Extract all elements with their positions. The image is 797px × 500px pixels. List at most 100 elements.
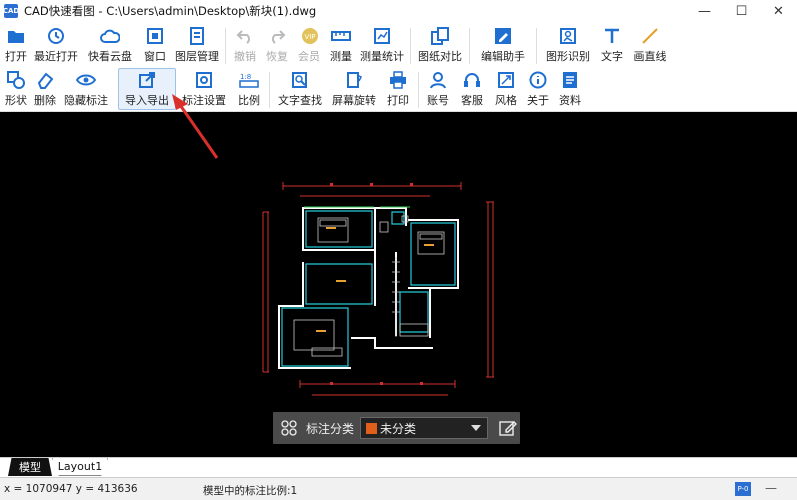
vip-label: 会员 [298,50,320,63]
text-search-icon [290,70,310,90]
svg-text:VIP: VIP [304,33,315,41]
recent-icon [46,26,66,46]
annotation-category-bar: 标注分类 未分类 [273,412,520,444]
annotation-settings-button[interactable]: 标注设置 [176,68,232,110]
layer-manager-label: 图层管理 [175,50,219,63]
category-selected-value: 未分类 [380,421,417,436]
screen-rotate-label: 屏幕旋转 [332,94,376,107]
scale-label: 比例 [238,94,260,107]
redo-button[interactable]: 恢复 [261,24,293,66]
cloud-drive-button[interactable]: 快看云盘 [82,24,138,66]
redo-label: 恢复 [266,50,288,63]
shape-label: 形状 [5,94,27,107]
toolbar-divider [536,28,537,64]
rotate-icon [344,70,364,90]
hide-annotation-button[interactable]: 隐藏标注 [60,68,112,110]
floor-plan-drawing [262,182,494,396]
drawing-canvas[interactable] [0,112,797,457]
compare-icon [430,26,450,46]
headset-icon [462,70,482,90]
toolbar-row-2: 形状 删除 隐藏标注 导入导出 标注设置 1:8 比例 文字查找 屏幕旋转 打印… [2,68,586,112]
docs-button[interactable]: 资料 [554,68,586,110]
toolbar-divider [269,72,270,108]
chevron-down-icon [471,425,481,431]
screen-rotate-button[interactable]: 屏幕旋转 [327,68,381,110]
layer-manager-button[interactable]: 图层管理 [172,24,222,66]
style-button[interactable]: 风格 [490,68,522,110]
svg-text:1:8: 1:8 [240,73,251,81]
status-bar: x = 1070947 y = 413636 模型中的标注比例:1 P-0 — [0,477,797,500]
account-button[interactable]: 账号 [422,68,454,110]
layers-icon [187,26,207,46]
window-controls: — ☐ ✕ [686,0,797,22]
text-button[interactable]: 文字 [596,24,628,66]
customer-service-button[interactable]: 客服 [454,68,490,110]
layout-tab-bar: 模型 Layout1 [0,457,797,477]
eraser-icon [35,70,55,90]
text-label: 文字 [601,50,623,63]
recent-open-button[interactable]: 最近打开 [30,24,82,66]
print-icon [388,70,408,90]
shape-button[interactable]: 形状 [2,68,30,110]
measure-stats-label: 测量统计 [360,50,404,63]
edit-category-icon[interactable] [496,416,520,440]
measure-button[interactable]: 测量 [325,24,357,66]
close-button[interactable]: ✕ [760,0,797,22]
grid-icon[interactable] [276,415,302,441]
account-icon [428,70,448,90]
undo-icon [235,26,255,46]
recent-open-label: 最近打开 [34,50,78,63]
eye-icon [76,70,96,90]
scale-button[interactable]: 1:8 比例 [232,68,266,110]
window-menu-button[interactable]: 窗口 [138,24,172,66]
window-icon [145,26,165,46]
tab-model[interactable]: 模型 [8,458,52,476]
window-title: CAD快速看图 - C:\Users\admin\Desktop\新块(1).d… [24,4,317,18]
toolbar-divider [418,72,419,108]
undo-button[interactable]: 撤销 [229,24,261,66]
edit-assistant-label: 编辑助手 [481,50,525,63]
open-button[interactable]: 打开 [2,24,30,66]
delete-button[interactable]: 删除 [30,68,60,110]
customer-service-label: 客服 [461,94,483,107]
cursor-coordinates: x = 1070947 y = 413636 [4,483,138,495]
print-button[interactable]: 打印 [381,68,415,110]
line-icon [640,26,660,46]
tab-layout1[interactable]: Layout1 [52,458,108,476]
about-label: 关于 [527,94,549,107]
measure-icon [331,26,351,46]
hide-annotation-label: 隐藏标注 [64,94,108,107]
style-icon [496,70,516,90]
text-search-button[interactable]: 文字查找 [273,68,327,110]
info-icon [528,70,548,90]
text-search-label: 文字查找 [278,94,322,107]
edit-assistant-icon [493,26,513,46]
measure-label: 测量 [330,50,352,63]
shape-recognize-icon [558,26,578,46]
import-export-label: 导入导出 [125,94,169,107]
category-label: 标注分类 [306,421,355,436]
category-select[interactable]: 未分类 [360,417,488,439]
about-button[interactable]: 关于 [522,68,554,110]
shape-recognize-button[interactable]: 图形识别 [540,24,596,66]
status-badge[interactable]: P-0 [735,482,751,496]
import-export-button[interactable]: 导入导出 [118,68,176,110]
edit-assistant-button[interactable]: 编辑助手 [473,24,533,66]
shape-icon [6,70,26,90]
undo-label: 撤销 [234,50,256,63]
delete-label: 删除 [34,94,56,107]
maximize-button[interactable]: ☐ [723,0,760,22]
import-export-icon [137,70,157,90]
text-icon [602,26,622,46]
compare-button[interactable]: 图纸对比 [414,24,466,66]
scale-icon: 1:8 [239,70,259,90]
minimize-button[interactable]: — [686,0,723,22]
measure-stats-button[interactable]: 测量统计 [357,24,407,66]
collapse-button[interactable]: — [765,481,777,495]
cloud-drive-label: 快看云盘 [88,50,132,63]
draw-line-label: 画直线 [633,50,667,63]
toolbar-divider [410,28,411,64]
draw-line-button[interactable]: 画直线 [628,24,672,66]
style-label: 风格 [495,94,517,107]
vip-button[interactable]: VIP 会员 [293,24,325,66]
